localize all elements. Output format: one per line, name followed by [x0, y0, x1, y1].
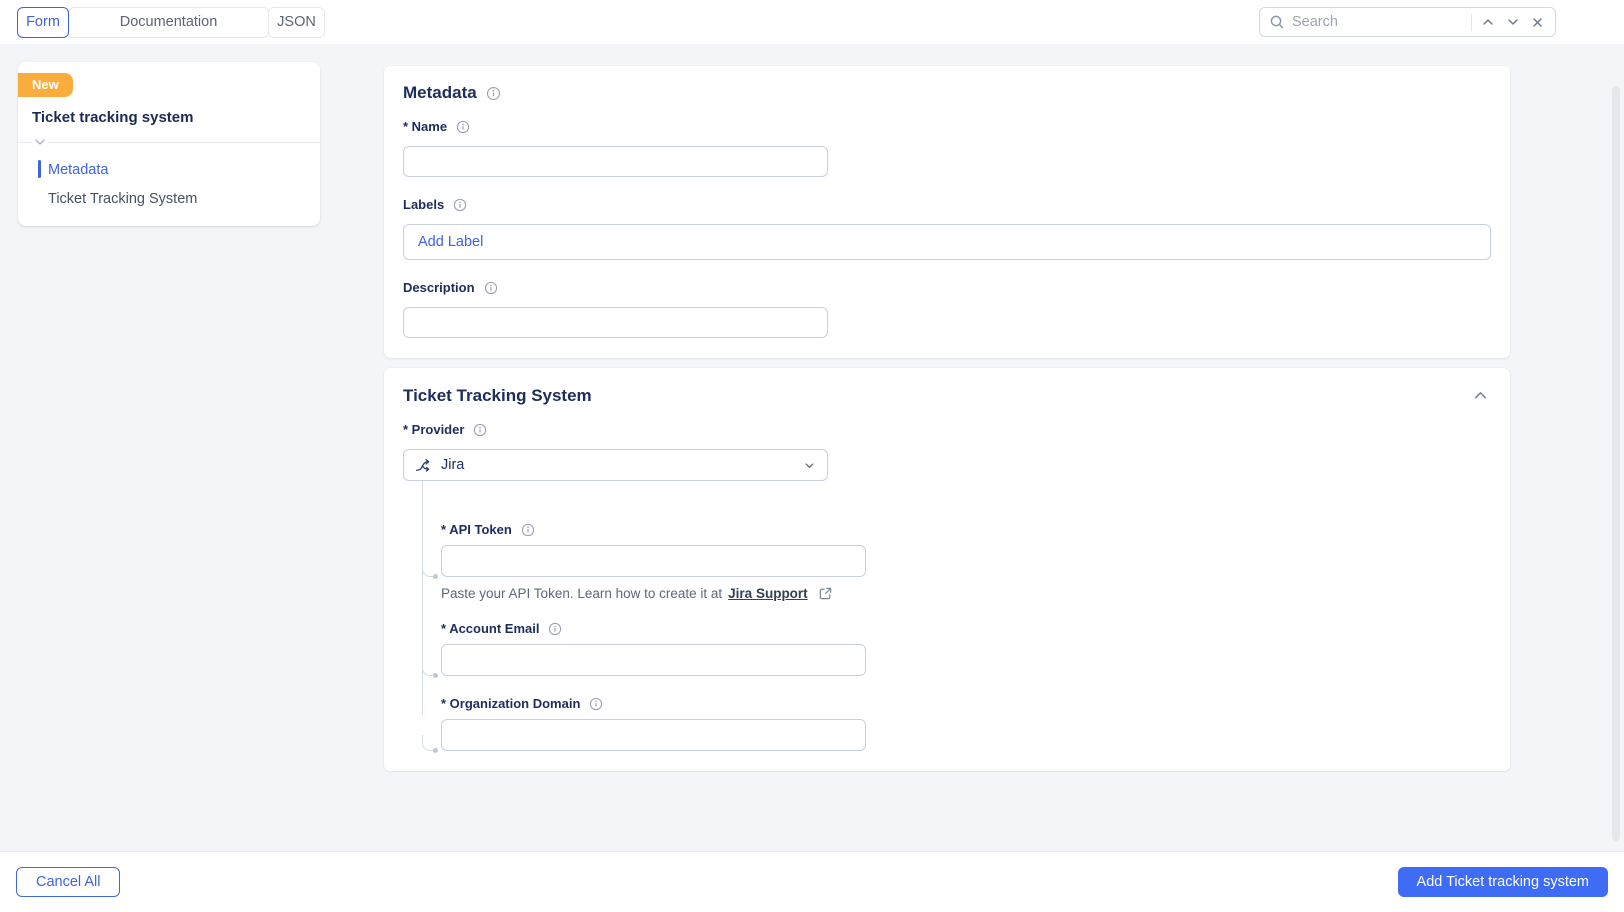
- api-token-helper-text: Paste your API Token. Learn how to creat…: [441, 586, 723, 601]
- view-tabs: Form Documentation JSON: [17, 6, 325, 38]
- search-close-button[interactable]: [1529, 14, 1546, 31]
- search-icon: [1269, 14, 1285, 30]
- name-input[interactable]: [403, 146, 828, 177]
- account-email-label: * Account Email: [441, 621, 540, 636]
- metadata-card-title: Metadata: [403, 83, 477, 102]
- add-ticket-tracking-system-button[interactable]: Add Ticket tracking system: [1397, 867, 1608, 897]
- chevron-down-icon: [803, 459, 816, 472]
- api-token-input[interactable]: [441, 545, 866, 577]
- info-icon[interactable]: [473, 423, 487, 437]
- sidebar-nav: Metadata Ticket Tracking System: [18, 143, 320, 213]
- add-ticket-tracking-system-page: Form Documentation JSON Search New Ticke…: [0, 0, 1624, 912]
- account-email-field: * Account Email: [422, 621, 1491, 678]
- api-token-label: * API Token: [441, 522, 512, 537]
- vertical-scrollbar[interactable]: [1612, 86, 1620, 841]
- search-next-button[interactable]: [1504, 13, 1522, 31]
- search-input[interactable]: [1292, 14, 1464, 30]
- organization-domain-label: * Organization Domain: [441, 696, 581, 711]
- name-field-label: * Name: [403, 119, 448, 134]
- tab-form[interactable]: Form: [17, 6, 69, 38]
- collapse-section-button[interactable]: [1470, 385, 1491, 406]
- api-token-field: * API Token Paste your API Token. Learn …: [422, 522, 1491, 601]
- new-badge: New: [18, 73, 73, 97]
- info-icon[interactable]: [589, 697, 603, 711]
- branch-split-icon: [415, 457, 432, 474]
- search-box[interactable]: [1259, 7, 1556, 37]
- info-icon[interactable]: [548, 622, 562, 636]
- provider-selected-value: Jira: [441, 457, 465, 473]
- divider-caret-icon: [32, 139, 48, 145]
- top-header: Form Documentation JSON: [0, 0, 1624, 44]
- provider-field-label: * Provider: [403, 422, 465, 437]
- tree-branch-icon: [422, 561, 438, 579]
- tree-branch-icon: [422, 735, 438, 753]
- footer-action-bar: Cancel All Add Ticket tracking system: [0, 851, 1624, 912]
- organization-domain-input[interactable]: [441, 719, 866, 751]
- ticket-tracking-system-card: Ticket Tracking System * Provider Jira *…: [384, 368, 1510, 771]
- sidebar-divider: [18, 139, 320, 145]
- chevron-up-icon: [1474, 392, 1487, 399]
- labels-box: Add Label: [403, 224, 1491, 260]
- description-field-label: Description: [403, 280, 475, 295]
- chevron-down-icon: [1508, 19, 1518, 25]
- provider-select[interactable]: Jira: [403, 449, 828, 481]
- organization-domain-field: * Organization Domain: [422, 696, 1491, 753]
- info-icon[interactable]: [484, 281, 498, 295]
- form-outline-card: New Ticket tracking system Metadata Tick…: [18, 62, 320, 226]
- info-icon[interactable]: [486, 86, 501, 101]
- info-icon[interactable]: [453, 198, 467, 212]
- content-area: New Ticket tracking system Metadata Tick…: [0, 44, 1624, 851]
- info-icon[interactable]: [456, 120, 470, 134]
- account-email-input[interactable]: [441, 644, 866, 676]
- ticket-card-title: Ticket Tracking System: [403, 385, 592, 405]
- jira-support-link[interactable]: Jira Support: [728, 586, 808, 601]
- sidebar-item-ticket-tracking-system[interactable]: Ticket Tracking System: [18, 184, 320, 213]
- external-link-icon[interactable]: [818, 586, 833, 601]
- tab-documentation[interactable]: Documentation: [68, 6, 269, 38]
- chevron-up-icon: [1483, 19, 1493, 25]
- description-input[interactable]: [403, 307, 828, 338]
- add-label-button[interactable]: Add Label: [418, 234, 483, 250]
- provider-nested-fields: * API Token Paste your API Token. Learn …: [422, 481, 1491, 753]
- tab-json[interactable]: JSON: [268, 6, 325, 38]
- info-icon[interactable]: [521, 523, 535, 537]
- sidebar-title: Ticket tracking system: [32, 109, 194, 126]
- tree-connector-line: [422, 481, 423, 715]
- labels-field-label: Labels: [403, 197, 445, 212]
- tree-branch-icon: [422, 660, 438, 678]
- close-icon: [1533, 17, 1542, 27]
- search-prev-button[interactable]: [1479, 13, 1497, 31]
- cancel-all-button[interactable]: Cancel All: [16, 867, 121, 897]
- search-divider: [1471, 13, 1472, 31]
- metadata-card: Metadata * Name Labels Add Label Descrip…: [384, 66, 1510, 358]
- sidebar-item-metadata[interactable]: Metadata: [18, 155, 320, 184]
